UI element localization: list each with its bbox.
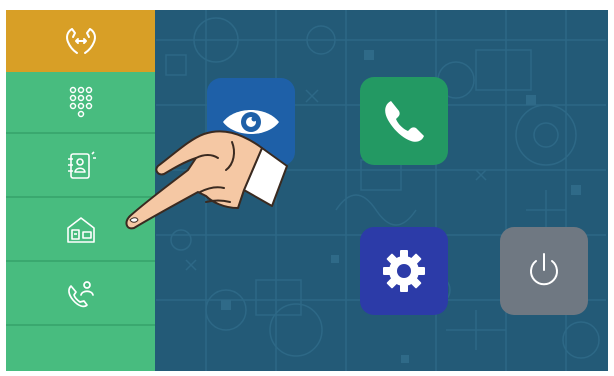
- keypad-icon: [66, 85, 96, 119]
- pointing-hand-icon: [112, 108, 302, 248]
- address-book-icon: [64, 150, 98, 182]
- sidebar-item-door-intercom[interactable]: [6, 10, 155, 72]
- call-contact-icon: [64, 278, 98, 310]
- power-icon: [522, 249, 566, 293]
- door-intercom-icon: [63, 24, 99, 58]
- call-tile[interactable]: [360, 77, 448, 165]
- power-tile[interactable]: [500, 227, 588, 315]
- gear-icon: [379, 246, 429, 296]
- home-monitor-icon: [64, 215, 98, 245]
- settings-tile[interactable]: [360, 227, 448, 315]
- sidebar-item-call-contact[interactable]: [6, 264, 155, 326]
- phone-icon: [379, 96, 429, 146]
